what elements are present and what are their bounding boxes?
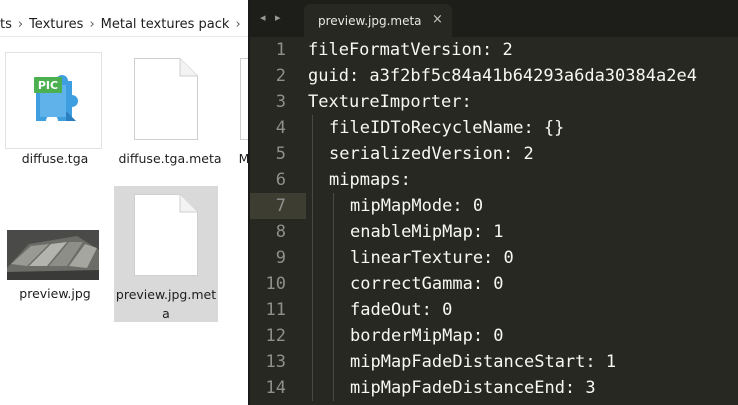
code-line[interactable]: mipMapFadeDistanceStart: 1 [350, 349, 616, 375]
code-line[interactable]: TextureImporter: [308, 89, 472, 115]
indent-guide [312, 115, 313, 141]
indent-guide [312, 349, 313, 375]
file-name: preview.jpg.meta [115, 287, 217, 321]
code-line[interactable]: correctGamma: 0 [350, 271, 504, 297]
indent-guide [312, 167, 313, 193]
file-explorer: ts › Textures › Metal textures pack › PI… [0, 0, 250, 405]
indent-guide [333, 219, 334, 245]
tab-title: preview.jpg.meta [318, 14, 422, 28]
code-line[interactable]: enableMipMap: 1 [350, 219, 504, 245]
blank-document-icon [134, 58, 198, 140]
close-icon[interactable]: × [432, 12, 443, 27]
line-number: 2 [275, 66, 286, 86]
line-number: 10 [265, 274, 286, 294]
image-thumbnail-icon [7, 230, 99, 280]
breadcrumb-item[interactable]: ts [0, 17, 18, 32]
line-number: 14 [265, 378, 286, 398]
indent-guide [333, 323, 334, 349]
tab-preview-jpg-meta[interactable]: preview.jpg.meta × [304, 4, 452, 37]
indent-guide [312, 297, 313, 323]
file-name: diffuse.tga [21, 151, 89, 166]
indent-guide [333, 271, 334, 297]
file-item-preview-jpg-meta[interactable]: preview.jpg.meta [114, 186, 218, 322]
line-number: 7 [275, 196, 286, 216]
indent-guide [312, 375, 313, 401]
chevron-right-icon: › [235, 16, 241, 32]
code-line[interactable]: serializedVersion: 2 [329, 141, 534, 167]
code-line[interactable]: mipMapMode: 0 [350, 193, 483, 219]
indent-guide [312, 141, 313, 167]
line-number: 11 [265, 300, 286, 320]
indent-guide [333, 193, 334, 219]
indent-guide [312, 219, 313, 245]
file-item-diffuse-tga[interactable]: PIC diffuse.tga [3, 50, 107, 180]
indent-guide [333, 349, 334, 375]
file-name: preview.jpg [19, 286, 91, 301]
file-item-diffuse-tga-meta[interactable]: diffuse.tga.meta [118, 50, 222, 186]
code-line[interactable]: mipmaps: [329, 167, 411, 193]
breadcrumb: ts › Textures › Metal textures pack › [0, 12, 250, 36]
breadcrumb-item[interactable]: Metal textures pack [95, 17, 236, 32]
code-line[interactable]: fadeOut: 0 [350, 297, 452, 323]
pic-badge-text: PIC [38, 79, 58, 92]
code-editor[interactable]: ◂ ▸ preview.jpg.meta × 1 fileFormatVersio… [250, 0, 738, 405]
divider [0, 36, 250, 37]
code-line[interactable]: fileFormatVersion: 2 [308, 37, 513, 63]
indent-guide [312, 245, 313, 271]
tab-bar: ◂ ▸ preview.jpg.meta × [250, 0, 738, 37]
file-name: diffuse.tga.meta [118, 151, 222, 166]
code-line[interactable]: guid: a3f2bf5c84a41b64293a6da30384a2e4 [308, 63, 697, 89]
indent-guide [333, 297, 334, 323]
file-item-partial[interactable]: M [226, 50, 250, 186]
blank-document-icon [134, 194, 198, 276]
indent-guide [333, 375, 334, 401]
indent-guide [312, 193, 313, 219]
line-number: 9 [275, 248, 286, 268]
line-number: 12 [265, 326, 286, 346]
code-line[interactable]: linearTexture: 0 [350, 245, 514, 271]
line-number: 5 [275, 144, 286, 164]
line-number: 6 [275, 170, 286, 190]
code-line[interactable]: fileIDToRecycleName: {} [329, 115, 564, 141]
indent-guide [312, 271, 313, 297]
indent-guide [312, 323, 313, 349]
code-line[interactable]: mipMapFadeDistanceEnd: 3 [350, 375, 596, 401]
pic-image-icon: PIC [5, 52, 102, 149]
tab-navigation-arrows-icon[interactable]: ◂ ▸ [260, 11, 284, 24]
line-number: 4 [275, 118, 286, 138]
breadcrumb-item[interactable]: Textures [23, 17, 89, 32]
file-name: M [238, 151, 250, 166]
line-number: 13 [265, 352, 286, 372]
line-number: 3 [275, 92, 286, 112]
code-line[interactable]: borderMipMap: 0 [350, 323, 504, 349]
indent-guide [333, 245, 334, 271]
line-number: 1 [275, 40, 286, 60]
line-number: 8 [275, 222, 286, 242]
file-item-preview-jpg[interactable]: preview.jpg [3, 186, 107, 322]
